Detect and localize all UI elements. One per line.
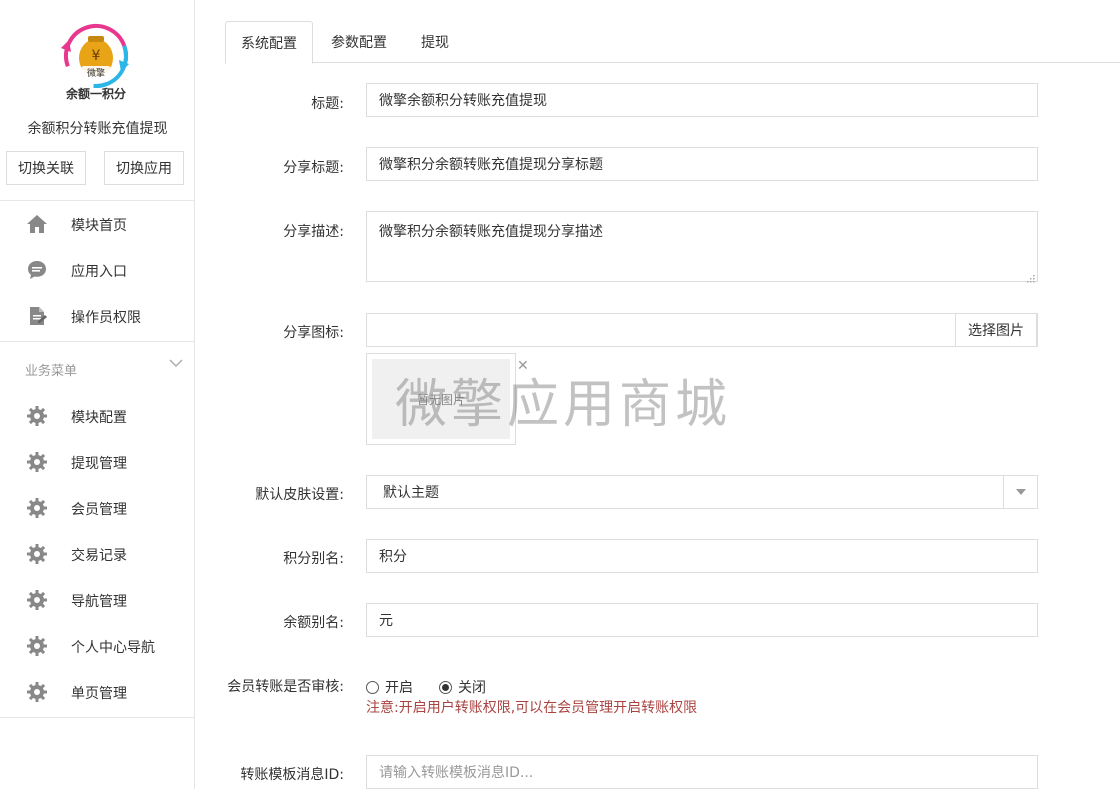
- radio-on[interactable]: [366, 680, 379, 694]
- balance-alias-input[interactable]: 元: [366, 603, 1038, 637]
- radio-off[interactable]: [439, 680, 452, 694]
- gear-icon: [26, 543, 48, 565]
- sidebar-item-personal-center-nav[interactable]: 个人中心导航: [0, 625, 194, 665]
- gear-icon: [26, 681, 48, 703]
- radio-off-label: 关闭: [458, 680, 486, 696]
- title-label: 标题:: [311, 96, 344, 112]
- tab-param-config[interactable]: 参数配置: [315, 21, 403, 63]
- balance-alias-label: 余额别名:: [283, 615, 344, 631]
- share-icon-input-group: 选择图片: [366, 313, 1038, 347]
- radio-option-on[interactable]: 开启: [366, 677, 413, 697]
- template-id-input[interactable]: 请输入转账模板消息ID...: [366, 755, 1038, 789]
- share-title-label: 分享标题:: [283, 160, 344, 176]
- sidebar-item-label: 个人中心导航: [71, 640, 155, 656]
- sidebar-item-single-page-management[interactable]: 单页管理: [0, 671, 194, 711]
- sidebar-item-operator-permission[interactable]: 操作员权限: [0, 295, 194, 335]
- main-content: 系统配置 参数配置 提现 标题: 微擎余额积分转账充值提现 分享标题: 微擎积分…: [195, 0, 1120, 789]
- caret-down-icon[interactable]: [1003, 476, 1037, 508]
- radio-option-off[interactable]: 关闭: [439, 677, 486, 697]
- app-logo: ¥ 微擎 余额一积分: [55, 20, 137, 102]
- switch-app-button[interactable]: 切换应用: [104, 151, 184, 185]
- sidebar-item-module-config[interactable]: 模块配置: [0, 395, 194, 435]
- transfer-review-radio-group: 开启 关闭: [366, 677, 512, 697]
- sidebar-item-member-management[interactable]: 会员管理: [0, 487, 194, 527]
- share-desc-text: 微擎积分余额转账充值提现分享描述: [379, 224, 603, 240]
- resize-handle-icon[interactable]: [1027, 271, 1035, 283]
- gear-icon: [26, 589, 48, 611]
- sidebar-item-nav-management[interactable]: 导航管理: [0, 579, 194, 619]
- chevron-down-icon[interactable]: [168, 356, 184, 370]
- template-id-placeholder: 请输入转账模板消息ID...: [379, 765, 534, 781]
- svg-text:¥: ¥: [92, 48, 101, 64]
- sidebar-item-label: 导航管理: [71, 594, 127, 610]
- template-id-label: 转账模板消息ID:: [240, 767, 344, 783]
- radio-on-label: 开启: [385, 680, 413, 696]
- skin-selected-value: 默认主题: [383, 485, 439, 501]
- image-preview: 暂无图片: [366, 353, 516, 445]
- skin-label: 默认皮肤设置:: [255, 487, 344, 503]
- logo-text: 余额一积分: [65, 86, 126, 101]
- logo-badge-text: 微擎: [87, 67, 105, 79]
- share-icon-input[interactable]: [367, 314, 957, 346]
- transfer-review-label: 会员转账是否审核:: [227, 679, 344, 695]
- gear-icon: [26, 405, 48, 427]
- choose-image-button[interactable]: 选择图片: [955, 313, 1037, 347]
- sidebar-item-app-entry[interactable]: 应用入口: [0, 249, 194, 289]
- sidebar-item-label: 会员管理: [71, 502, 127, 518]
- sidebar-item-transaction-records[interactable]: 交易记录: [0, 533, 194, 573]
- share-desc-label: 分享描述:: [283, 224, 344, 240]
- document-icon: [26, 305, 48, 327]
- sidebar-item-label: 提现管理: [71, 456, 127, 472]
- skin-select[interactable]: 默认主题: [366, 475, 1038, 509]
- sidebar-item-label: 单页管理: [71, 686, 127, 702]
- divider: [0, 717, 195, 718]
- switch-association-button[interactable]: 切换关联: [6, 151, 86, 185]
- points-alias-label: 积分别名:: [283, 551, 344, 567]
- sidebar-item-label: 模块配置: [71, 410, 127, 426]
- tab-withdraw[interactable]: 提现: [405, 21, 465, 63]
- close-icon[interactable]: ✕: [517, 358, 529, 374]
- home-icon: [26, 213, 48, 235]
- sidebar-item-label: 交易记录: [71, 548, 127, 564]
- share-desc-textarea[interactable]: 微擎积分余额转账充值提现分享描述: [366, 211, 1038, 283]
- title-input[interactable]: 微擎余额积分转账充值提现: [366, 83, 1038, 117]
- tab-system-config[interactable]: 系统配置: [225, 21, 313, 64]
- tab-bar: 系统配置 参数配置 提现: [225, 21, 1120, 64]
- chat-icon: [26, 259, 48, 281]
- share-icon-label: 分享图标:: [283, 325, 344, 341]
- sidebar-item-label: 操作员权限: [71, 310, 141, 326]
- sidebar-item-withdraw-management[interactable]: 提现管理: [0, 441, 194, 481]
- share-title-input[interactable]: 微擎积分余额转账充值提现分享标题: [366, 147, 1038, 181]
- divider: [0, 341, 195, 342]
- gear-icon: [26, 635, 48, 657]
- points-alias-input[interactable]: 积分: [366, 539, 1038, 573]
- app-name: 余额积分转账充值提现: [27, 121, 168, 137]
- sidebar-item-label: 模块首页: [71, 218, 127, 234]
- sidebar: ¥ 微擎 余额一积分 余额积分转账充值提现 切换关联 切换应用 模块首页 应用入…: [0, 0, 195, 789]
- gear-icon: [26, 451, 48, 473]
- divider: [0, 200, 195, 201]
- group-title: 业务菜单: [25, 364, 78, 379]
- transfer-note: 注意:开启用户转账权限,可以在会员管理开启转账权限: [366, 700, 698, 716]
- no-image-placeholder: 暂无图片: [372, 359, 510, 439]
- gear-icon: [26, 497, 48, 519]
- sidebar-item-label: 应用入口: [71, 264, 127, 280]
- sidebar-item-module-home[interactable]: 模块首页: [0, 203, 194, 243]
